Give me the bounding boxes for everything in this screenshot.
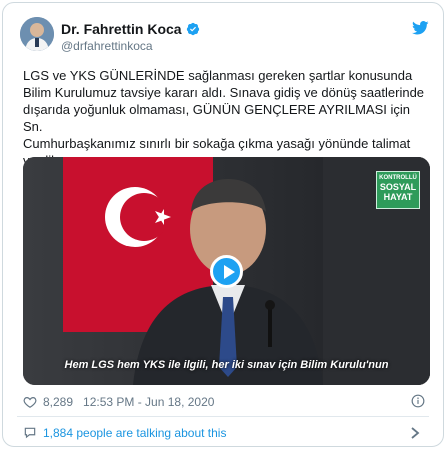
verified-badge-icon: [186, 22, 199, 36]
like-count[interactable]: 8,289: [43, 395, 73, 409]
video-caption: Hem LGS hem YKS ile ilgili, her iki sına…: [64, 359, 389, 371]
twitter-bird-icon[interactable]: [412, 21, 429, 35]
divider: [17, 416, 429, 417]
info-icon[interactable]: [411, 394, 425, 408]
avatar-image: [20, 17, 54, 51]
play-icon[interactable]: [210, 255, 243, 288]
chevron-right-icon[interactable]: [409, 426, 421, 440]
speech-bubble-icon: [24, 427, 36, 439]
tweet-text: LGS ve YKS GÜNLERİNDE sağlanması gereken…: [23, 68, 425, 168]
program-badge: KONTROLLÜ SOSYAL HAYAT: [376, 171, 420, 209]
badge-line1: KONTROLLÜ: [379, 175, 417, 181]
heart-icon[interactable]: [23, 395, 37, 409]
avatar[interactable]: [20, 17, 54, 51]
tweet-card: Dr. Fahrettin Koca @drfahrettinkoca LGS …: [2, 2, 444, 447]
conversation-count-label[interactable]: 1,884 people are talking about this: [43, 426, 226, 440]
tweet-meta: 8,289 12:53 PM - Jun 18, 2020: [23, 395, 214, 409]
author-name-row[interactable]: Dr. Fahrettin Koca: [61, 21, 200, 37]
author-handle[interactable]: @drfahrettinkoca: [61, 39, 153, 53]
badge-line2: SOSYAL: [379, 182, 417, 192]
video-player[interactable]: KONTROLLÜ SOSYAL HAYAT Hem LGS hem YKS i…: [23, 157, 430, 385]
conversation-link[interactable]: 1,884 people are talking about this: [17, 421, 429, 445]
author-name[interactable]: Dr. Fahrettin Koca: [61, 21, 182, 37]
tweet-timestamp[interactable]: 12:53 PM - Jun 18, 2020: [83, 395, 214, 409]
badge-line3: HAYAT: [383, 192, 413, 202]
